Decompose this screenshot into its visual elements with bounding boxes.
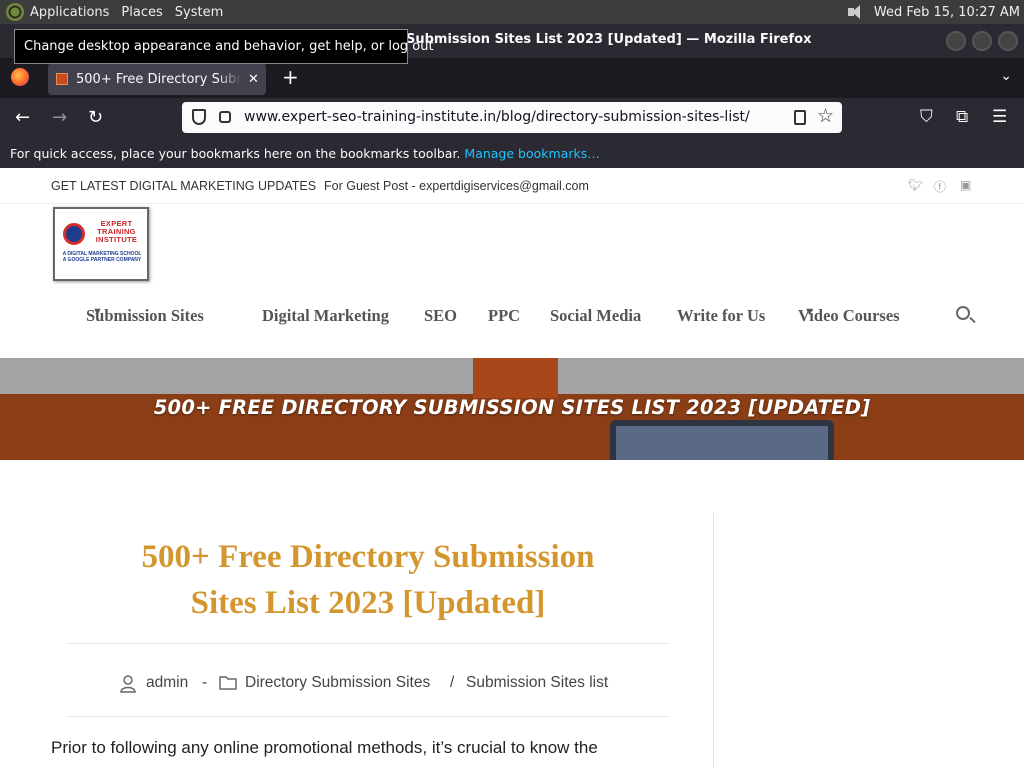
post-intro-text: Prior to following any online promotiona… (51, 738, 598, 757)
tooltip: Change desktop appearance and behavior, … (14, 29, 434, 64)
manage-bookmarks-link[interactable]: Manage bookmarks… (464, 146, 599, 161)
distro-logo-icon[interactable] (6, 3, 24, 21)
nav-label: Submission Sites (86, 306, 204, 325)
category-link-directory[interactable]: Directory Submission Sites (245, 674, 430, 692)
site-logo[interactable]: EXPERT TRAINING INSTITUTE A DIGITAL MARK… (53, 207, 149, 281)
hero-title: 500+ FREE DIRECTORY SUBMISSION SITES LIS… (153, 396, 871, 419)
top-panel: Applications Places System Wed Feb 15, 1… (0, 0, 1024, 24)
new-tab-icon[interactable]: + (282, 65, 299, 89)
url-bar[interactable]: www.expert-seo-training-institute.in/blo… (182, 102, 842, 133)
tab-active[interactable]: 500+ Free Directory Submission Sites Lis… (48, 63, 266, 95)
tab-bar: 500+ Free Directory Submission Sites Lis… (0, 58, 1024, 98)
close-window-button[interactable] (998, 31, 1018, 51)
facebook-icon[interactable]: ⓕ (934, 178, 948, 194)
reload-icon[interactable]: ↻ (88, 107, 103, 128)
post-title-line-2: Sites List 2023 [Updated] (190, 585, 546, 621)
bookmarks-toolbar: For quick access, place your bookmarks h… (0, 138, 1024, 168)
back-icon[interactable]: ← (15, 107, 30, 128)
tab-label: 500+ Free Directory Submission Sites Lis… (76, 71, 242, 87)
divider (68, 716, 668, 717)
nav-social-media[interactable]: Social Media (550, 306, 641, 326)
menu-icon[interactable]: ☰ (992, 107, 1007, 127)
site-top-bar: GET LATEST DIGITAL MARKETING UPDATES For… (0, 168, 1024, 204)
divider (68, 643, 668, 644)
nav-seo[interactable]: SEO (424, 306, 457, 326)
forward-icon[interactable]: → (52, 107, 67, 128)
hero-banner: 500+ FREE DIRECTORY SUBMISSION SITES LIS… (0, 358, 1024, 460)
logo-mark-icon (63, 223, 85, 245)
system-menu[interactable]: System (175, 5, 223, 20)
meta-separator: - (202, 674, 208, 691)
logo-tagline-2: A GOOGLE PARTNER COMPANY (62, 257, 142, 263)
minimize-button[interactable] (946, 31, 966, 51)
category-link-submission[interactable]: Submission Sites list (466, 674, 608, 692)
author-link[interactable]: admin (146, 674, 188, 692)
window-title: Submission Sites List 2023 [Updated] — M… (406, 32, 812, 47)
web-page: GET LATEST DIGITAL MARKETING UPDATES For… (0, 168, 1024, 768)
bookmark-star-icon[interactable]: ☆ (817, 105, 834, 127)
nav-ppc[interactable]: PPC (488, 306, 520, 326)
bookmarks-message: For quick access, place your bookmarks h… (10, 146, 461, 161)
reader-view-icon[interactable] (794, 110, 806, 125)
search-icon[interactable] (956, 306, 970, 320)
linkedin-icon[interactable]: ▣ (960, 178, 974, 192)
nav-write-for-us[interactable]: Write for Us (677, 306, 765, 326)
volume-icon[interactable] (846, 4, 866, 20)
maximize-button[interactable] (972, 31, 992, 51)
logo-name: EXPERT TRAINING INSTITUTE (95, 219, 138, 244)
chevron-down-icon: ▼ (92, 306, 103, 318)
hero-decoration (473, 358, 558, 398)
clock[interactable]: Wed Feb 15, 10:27 AM (874, 5, 1020, 20)
hero-laptop-image (610, 420, 834, 460)
close-tab-icon[interactable]: ✕ (248, 72, 259, 87)
places-menu[interactable]: Places (121, 5, 162, 20)
post-title: 500+ Free Directory Submission Sites Lis… (68, 534, 668, 626)
favicon-icon (56, 73, 68, 85)
shield-icon[interactable] (192, 109, 206, 125)
chevron-down-icon: ▼ (804, 306, 815, 318)
firefox-icon[interactable] (11, 68, 29, 86)
sidebar-divider (713, 513, 714, 768)
logo-tagline: A DIGITAL MARKETING SCHOOL A GOOGLE PART… (59, 251, 145, 263)
main-nav: Submission Sites ▼ Digital Marketing SEO … (0, 306, 1024, 330)
user-icon (120, 675, 136, 698)
twitter-icon[interactable]: 🐦︎ (908, 178, 923, 192)
extensions-icon[interactable]: ⧉ (956, 107, 968, 127)
guest-post-text: For Guest Post - expertdigiservices@gmai… (324, 179, 589, 193)
post-title-line-1: 500+ Free Directory Submission (141, 539, 595, 575)
pocket-icon[interactable]: ⛉ (920, 107, 933, 127)
url-text[interactable]: www.expert-seo-training-institute.in/blo… (244, 109, 750, 125)
lock-icon[interactable] (219, 111, 231, 123)
category-separator: / (450, 674, 455, 691)
folder-icon (219, 675, 237, 695)
chevron-down-icon[interactable]: ⌄ (1000, 68, 1012, 84)
updates-text: GET LATEST DIGITAL MARKETING UPDATES (51, 179, 317, 193)
applications-menu[interactable]: Applications (30, 5, 109, 20)
nav-digital-marketing[interactable]: Digital Marketing (262, 306, 389, 326)
nav-toolbar: ← → ↻ www.expert-seo-training-institute.… (0, 98, 1024, 138)
